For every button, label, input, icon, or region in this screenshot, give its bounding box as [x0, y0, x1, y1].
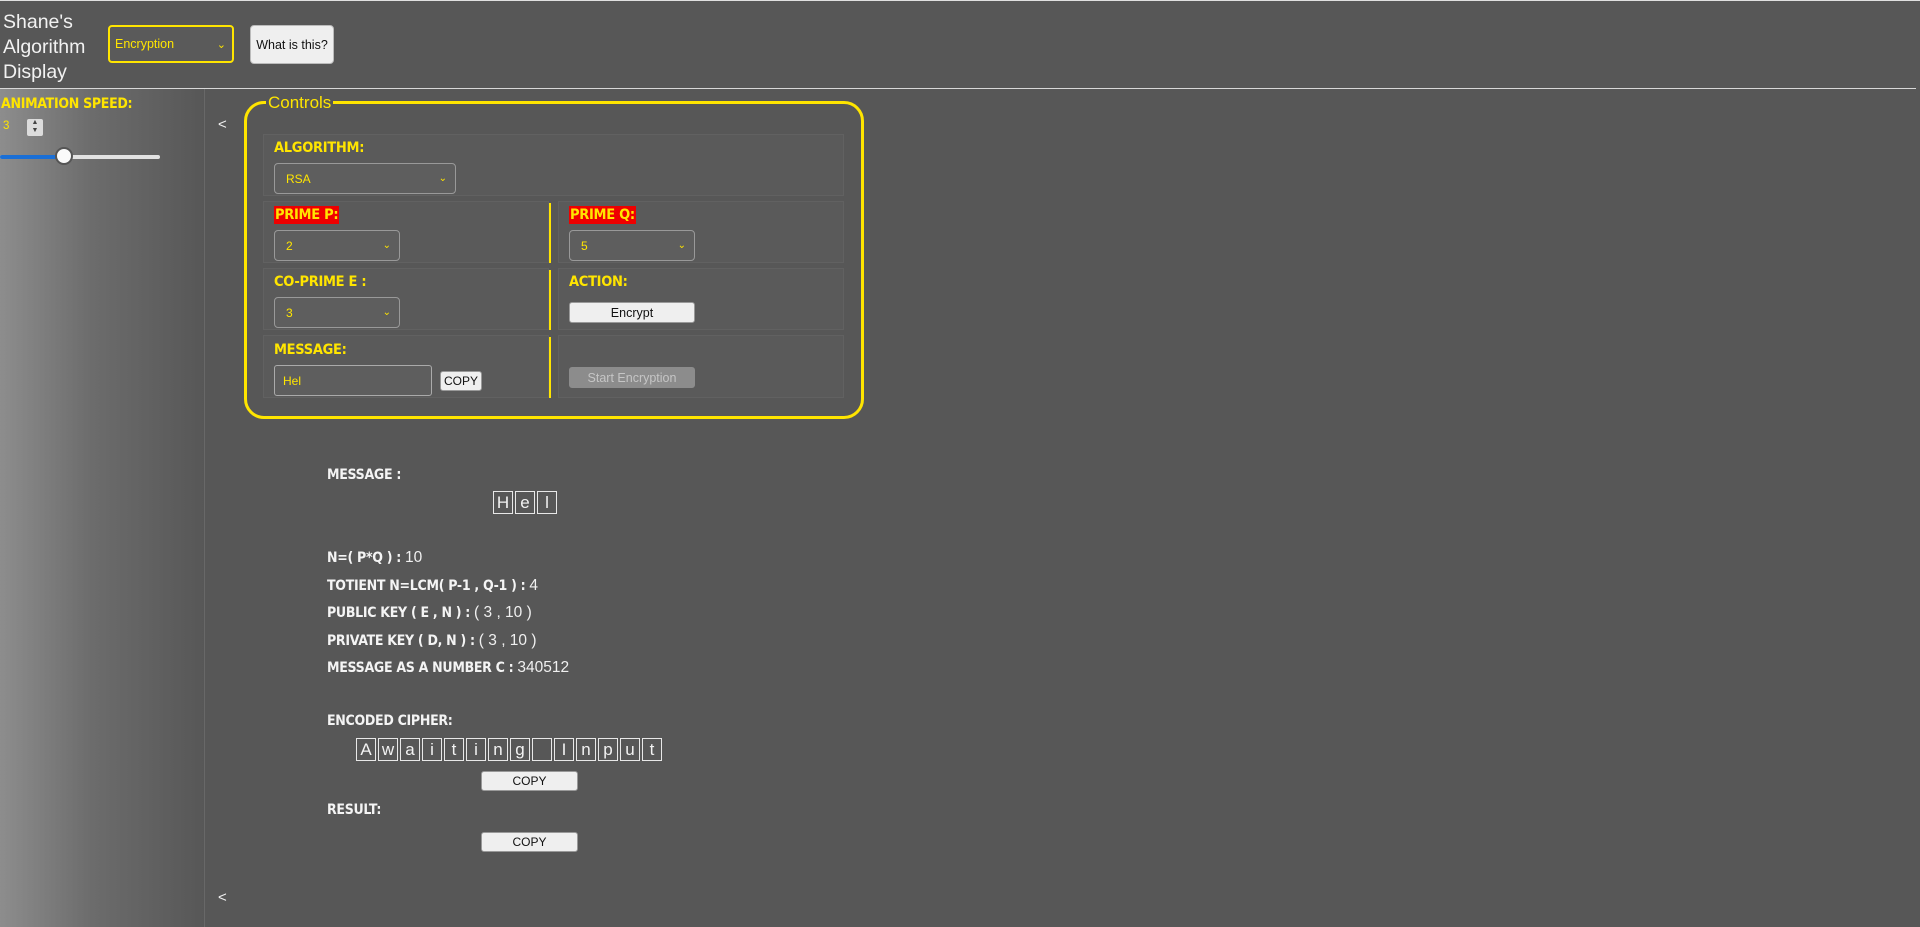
cipher-char-box: n	[488, 738, 508, 761]
totient-row: TOTIENT N=LCM( P-1 , Q-1 ) :4	[327, 577, 538, 595]
app-title: Shane's Algorithm Display	[3, 11, 86, 83]
message-char-box: l	[537, 491, 557, 514]
animation-speed-label: ANIMATION SPEED:	[1, 96, 133, 112]
cipher-char-box: i	[466, 738, 486, 761]
message-char-box: e	[515, 491, 535, 514]
cipher-char-box	[532, 738, 552, 761]
n-label: N=( P*Q ) :	[327, 550, 402, 566]
start-encryption-button[interactable]: Start Encryption	[569, 367, 695, 388]
private-key-label: PRIVATE KEY ( D, N ) :	[327, 633, 475, 649]
coprime-e-label: CO-PRIME E :	[274, 274, 367, 290]
private-key-value: ( 3 , 10 )	[478, 632, 537, 649]
prime-q-label: PRIME Q:	[569, 206, 636, 224]
chevron-down-icon: ⌄	[216, 38, 226, 51]
cipher-char-box: I	[554, 738, 574, 761]
copy-cipher-button[interactable]: COPY	[481, 771, 578, 791]
coprime-e-value: 3	[286, 305, 293, 320]
cipher-char-box: w	[378, 738, 398, 761]
cipher-char-box: g	[510, 738, 530, 761]
output-message-label: MESSAGE :	[327, 467, 402, 483]
mode-select[interactable]: Encryption ⌄	[108, 25, 234, 63]
chevron-down-icon: ⌄	[438, 173, 447, 184]
message-number-row: MESSAGE AS A NUMBER C :340512	[327, 659, 569, 677]
encrypt-button[interactable]: Encrypt	[569, 302, 695, 323]
column-divider	[549, 337, 551, 398]
prime-q-cell: PRIME Q: 5 ⌄	[558, 201, 844, 263]
start-cell: Start Encryption	[558, 335, 844, 398]
prime-p-select[interactable]: 2 ⌄	[274, 230, 400, 261]
spinner-up-icon[interactable]: ▲	[27, 119, 43, 127]
message-char-boxes: Hel	[493, 491, 557, 514]
cipher-char-box: i	[422, 738, 442, 761]
prime-p-value: 2	[286, 238, 293, 253]
action-label: ACTION:	[569, 274, 628, 290]
algorithm-cell: ALGORITHM: RSA ⌄	[263, 134, 844, 196]
cipher-char-box: t	[444, 738, 464, 761]
top-border	[0, 0, 1920, 1]
message-char-box: H	[493, 491, 513, 514]
collapse-controls-icon[interactable]: <	[218, 116, 227, 133]
prime-p-cell: PRIME P: 2 ⌄	[263, 201, 549, 263]
speed-value[interactable]: 3	[3, 120, 9, 132]
cipher-char-box: n	[576, 738, 596, 761]
cipher-char-box: u	[620, 738, 640, 761]
column-divider	[549, 270, 551, 330]
spinner-down-icon[interactable]: ▼	[27, 127, 43, 135]
chevron-down-icon: ⌄	[677, 240, 686, 251]
public-key-row: PUBLIC KEY ( E , N ) :( 3 , 10 )	[327, 604, 532, 622]
prime-p-label: PRIME P:	[274, 206, 340, 224]
coprime-e-select[interactable]: 3 ⌄	[274, 297, 400, 328]
cipher-char-box: a	[400, 738, 420, 761]
what-is-this-button[interactable]: What is this?	[250, 25, 334, 64]
algorithm-label: ALGORITHM:	[274, 140, 365, 156]
column-divider	[549, 203, 551, 263]
cipher-char-box: p	[598, 738, 618, 761]
chevron-down-icon: ⌄	[382, 307, 391, 318]
cipher-char-box: t	[642, 738, 662, 761]
prime-q-value: 5	[581, 238, 588, 253]
controls-legend: Controls	[266, 93, 334, 113]
totient-label: TOTIENT N=LCM( P-1 , Q-1 ) :	[327, 578, 526, 594]
mode-select-value: Encryption	[115, 37, 175, 51]
message-number-value: 340512	[517, 659, 570, 676]
action-cell: ACTION: Encrypt	[558, 268, 844, 330]
algorithm-select-value: RSA	[286, 171, 311, 186]
message-label: MESSAGE:	[274, 342, 347, 358]
message-input[interactable]: Hel	[274, 365, 432, 396]
cipher-char-box: A	[356, 738, 376, 761]
n-row: N=( P*Q ) :10	[327, 549, 422, 567]
private-key-row: PRIVATE KEY ( D, N ) :( 3 , 10 )	[327, 632, 537, 650]
algorithm-select[interactable]: RSA ⌄	[274, 163, 456, 194]
speed-spinner[interactable]: ▲ ▼	[27, 119, 43, 136]
prime-q-select[interactable]: 5 ⌄	[569, 230, 695, 261]
sidebar: ANIMATION SPEED: 3 ▲ ▼	[0, 89, 205, 927]
coprime-e-cell: CO-PRIME E : 3 ⌄	[263, 268, 549, 330]
result-label: RESULT:	[327, 802, 382, 818]
speed-slider-track[interactable]	[0, 155, 160, 159]
chevron-down-icon: ⌄	[382, 240, 391, 251]
public-key-value: ( 3 , 10 )	[474, 604, 532, 621]
copy-message-button[interactable]: COPY	[440, 371, 482, 391]
cipher-char-boxes: Awaiting Input	[356, 738, 662, 761]
encoded-cipher-label: ENCODED CIPHER:	[327, 713, 453, 729]
message-cell: MESSAGE: Hel COPY	[263, 335, 549, 398]
header-divider	[0, 88, 1916, 89]
public-key-label: PUBLIC KEY ( E , N ) :	[327, 605, 471, 621]
speed-slider-thumb[interactable]	[55, 147, 73, 165]
totient-value: 4	[529, 577, 538, 594]
n-value: 10	[405, 549, 423, 566]
copy-result-button[interactable]: COPY	[481, 832, 578, 852]
collapse-output-icon[interactable]: <	[218, 889, 227, 906]
message-number-label: MESSAGE AS A NUMBER C :	[327, 660, 514, 676]
